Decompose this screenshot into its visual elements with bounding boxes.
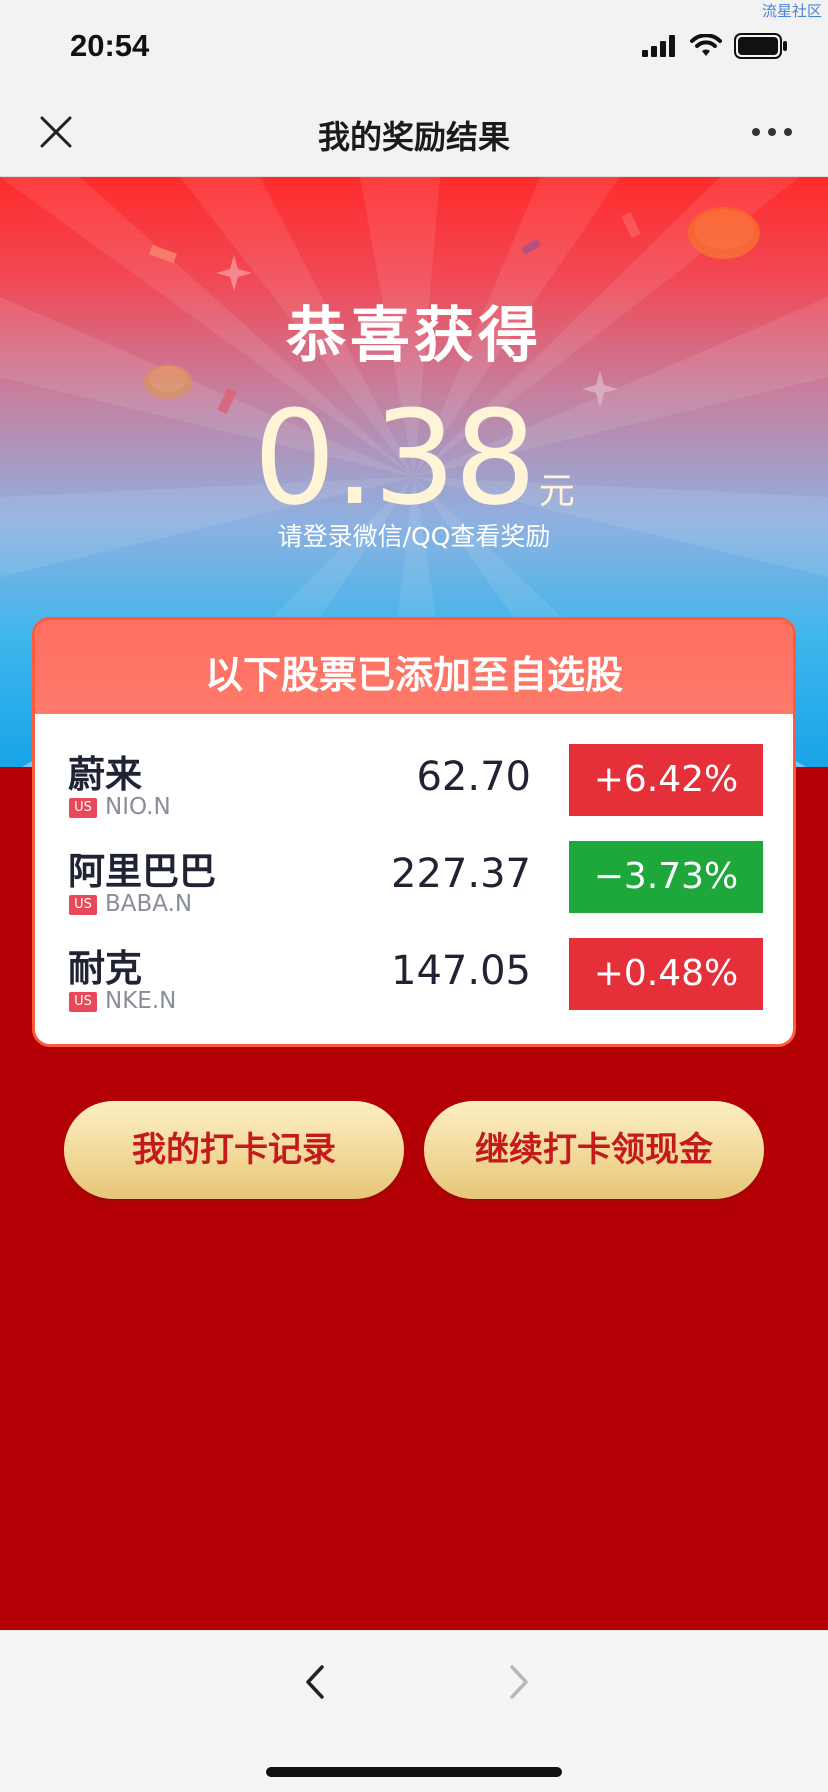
page-title: 我的奖励结果 xyxy=(317,118,510,156)
stock-price: 147.05 xyxy=(391,948,531,994)
stock-price: 227.37 xyxy=(391,851,531,897)
stock-name: 蔚来 xyxy=(68,753,142,796)
stock-row[interactable]: 耐克 US NKE.N 147.05 +0.48% xyxy=(35,938,793,1028)
reward-result-page: 20:54 我的奖励结果 恭喜获得 0.38 元 请登录微信/QQ查看奖励 以下… xyxy=(0,0,828,1792)
status-time: 20:54 xyxy=(70,28,150,63)
currency-unit: 元 xyxy=(538,471,575,512)
congrats-heading: 恭喜获得 xyxy=(286,301,542,371)
back-arrow-icon[interactable] xyxy=(296,1657,336,1707)
stocks-card-title: 以下股票已添加至自选股 xyxy=(204,653,623,697)
reward-amount-wrap: 0.38 元 xyxy=(0,382,828,534)
watermark: 流星社区 xyxy=(761,2,822,20)
wifi-icon xyxy=(690,34,722,56)
nav-bar: 我的奖励结果 xyxy=(0,90,828,177)
status-icons xyxy=(642,32,788,60)
stock-ticker: NIO.N xyxy=(105,794,171,820)
battery-icon xyxy=(734,33,787,59)
market-badge: US xyxy=(69,798,97,818)
stock-row[interactable]: 蔚来 US NIO.N 62.70 +6.42% xyxy=(35,744,793,834)
stock-change: −3.73% xyxy=(569,841,763,913)
continue-checkin-button[interactable]: 继续打卡领现金 xyxy=(424,1101,764,1199)
home-indicator xyxy=(266,1767,562,1777)
market-badge: US xyxy=(69,895,97,915)
stock-change: +6.42% xyxy=(569,744,763,816)
checkin-record-button[interactable]: 我的打卡记录 xyxy=(64,1101,404,1199)
status-bar: 20:54 xyxy=(0,0,828,90)
stock-ticker: NKE.N xyxy=(105,988,177,1014)
stock-name: 阿里巴巴 xyxy=(68,850,216,893)
reward-amount: 0.38 xyxy=(253,382,536,534)
stocks-card-header: 以下股票已添加至自选股 xyxy=(35,620,793,714)
browser-toolbar xyxy=(0,1630,828,1792)
more-icon[interactable] xyxy=(748,114,796,150)
signal-icon xyxy=(642,35,675,57)
forward-arrow-icon[interactable] xyxy=(498,1657,538,1707)
stock-change: +0.48% xyxy=(569,938,763,1010)
login-hint: 请登录微信/QQ查看奖励 xyxy=(277,522,551,551)
stock-row[interactable]: 阿里巴巴 US BABA.N 227.37 −3.73% xyxy=(35,841,793,931)
market-badge: US xyxy=(69,992,97,1012)
stock-price: 62.70 xyxy=(416,754,531,800)
stock-ticker: BABA.N xyxy=(105,891,193,917)
stock-name: 耐克 xyxy=(68,947,142,990)
stocks-card: 以下股票已添加至自选股 蔚来 US NIO.N 62.70 +6.42% 阿里巴… xyxy=(32,617,796,1047)
